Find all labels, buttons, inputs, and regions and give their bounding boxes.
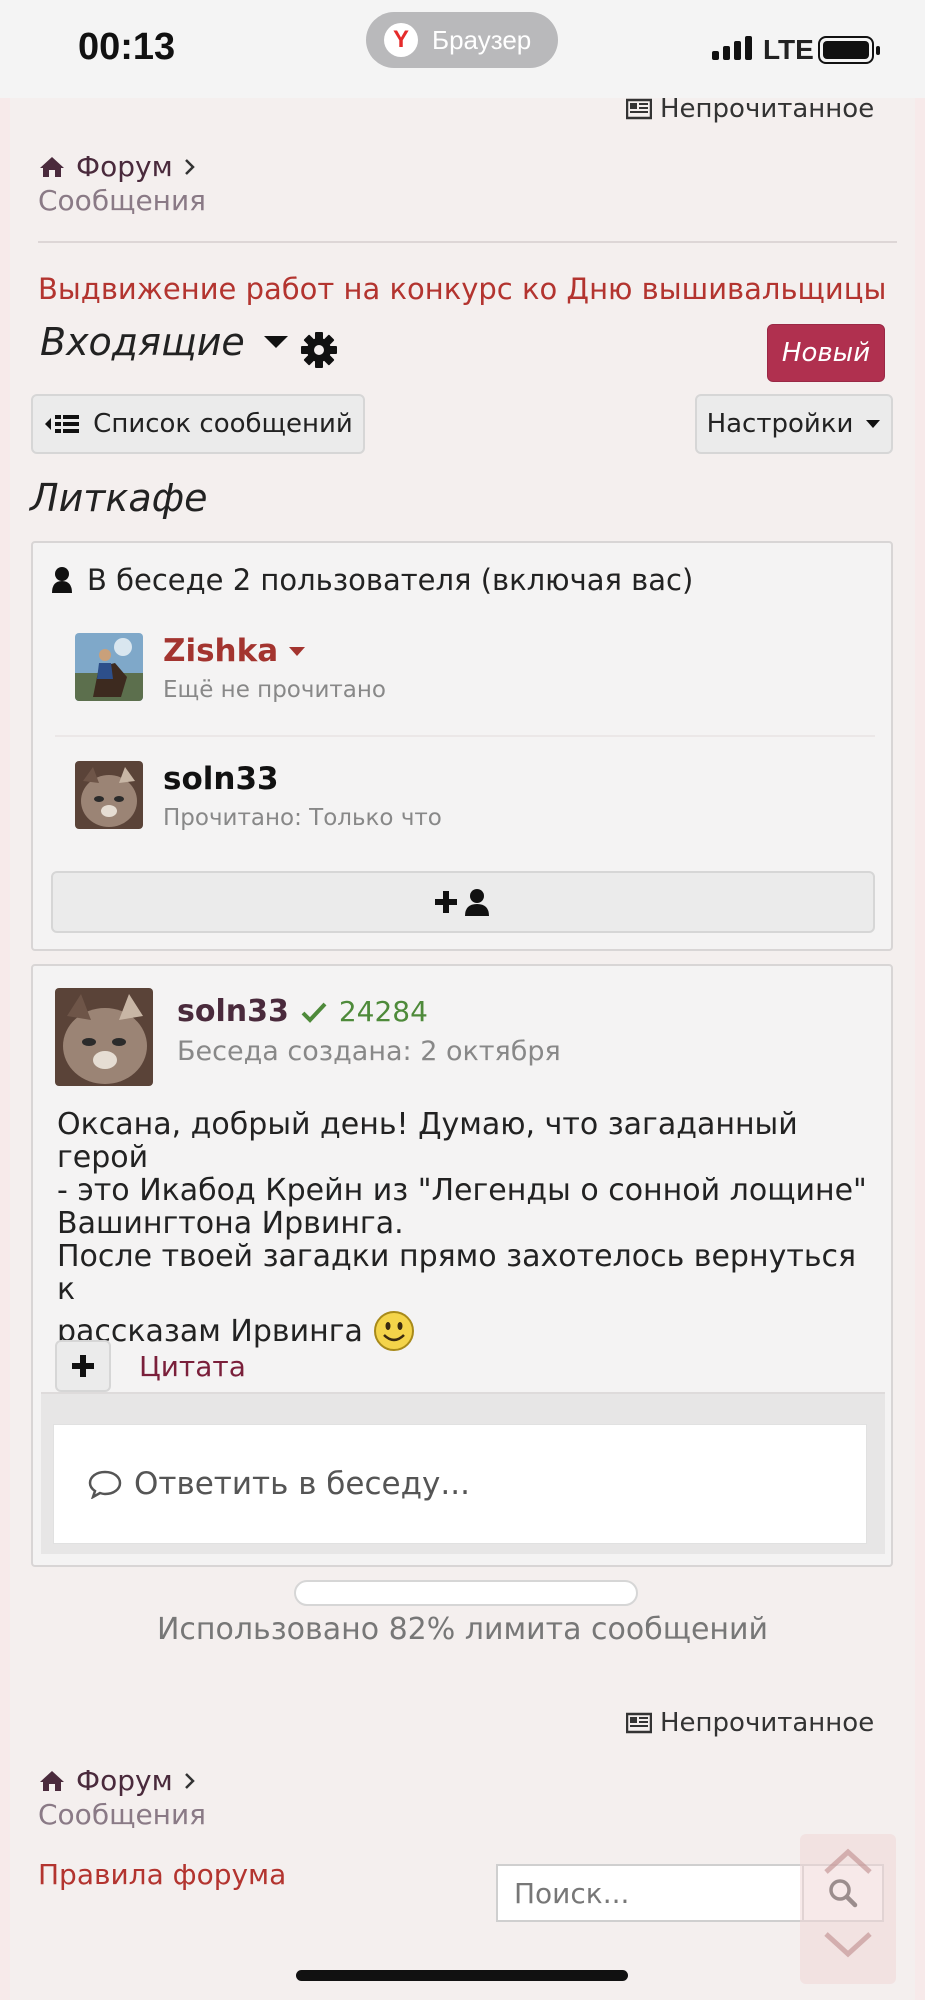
- author-name[interactable]: soln33: [177, 994, 289, 1029]
- unread-label: Непрочитанное: [660, 1708, 875, 1738]
- status-time: 00:13: [78, 26, 176, 68]
- breadcrumb-forum[interactable]: Форум: [38, 150, 197, 183]
- gear-icon[interactable]: [300, 331, 338, 369]
- battery-icon: [818, 36, 880, 64]
- message-list-button[interactable]: Список сообщений: [31, 394, 365, 454]
- message-body: Оксана, добрый день! Думаю, что загаданн…: [57, 1108, 877, 1352]
- quota-label: Использовано 82% лимита сообщений: [156, 1612, 769, 1647]
- participant-name-label: Zishka: [163, 633, 279, 669]
- chevron-right-icon: [183, 157, 197, 177]
- participants-header: В беседе 2 пользователя (включая вас): [51, 563, 693, 597]
- author-score: 24284: [338, 995, 428, 1028]
- comment-icon: [88, 1469, 122, 1499]
- breadcrumb-messages[interactable]: Сообщения: [38, 1798, 206, 1831]
- participant-name[interactable]: Zishka: [163, 633, 306, 669]
- participant-status: Ещё не прочитано: [163, 677, 387, 703]
- participant-row: Zishka Ещё не прочитано: [55, 625, 875, 737]
- network-type: LTE: [763, 34, 814, 65]
- browser-label: Браузер: [432, 24, 532, 55]
- message-line: Вашингтона Ирвинга.: [57, 1206, 404, 1241]
- yandex-logo-icon: Y: [384, 23, 418, 57]
- check-icon: [301, 1001, 327, 1023]
- caret-down-icon: [865, 419, 881, 429]
- forum-rules-link[interactable]: Правила форума: [38, 1858, 286, 1891]
- author-line: soln33 24284: [177, 994, 428, 1029]
- message-panel: soln33 24284 Беседа создана: 2 октября О…: [31, 964, 893, 1567]
- unread-label: Непрочитанное: [660, 94, 875, 124]
- author-avatar[interactable]: [55, 988, 153, 1086]
- invite-participant-button[interactable]: [51, 871, 875, 933]
- smiley-icon: [373, 1310, 415, 1352]
- new-conversation-button[interactable]: Новый: [767, 324, 885, 382]
- message-last-line: рассказам Ирвинга: [57, 1310, 877, 1352]
- signal-icon: [712, 36, 752, 60]
- participant-status: Прочитано: Только что: [163, 805, 442, 831]
- chevron-right-icon: [183, 1771, 197, 1791]
- section-title: Литкафе: [30, 476, 208, 520]
- participant-name[interactable]: soln33: [163, 761, 279, 797]
- unread-link[interactable]: Непрочитанное: [626, 1708, 874, 1738]
- home-icon: [38, 1769, 66, 1793]
- reply-input[interactable]: Ответить в беседу...: [53, 1424, 867, 1544]
- quota-bar: [294, 1580, 638, 1606]
- reply-placeholder: Ответить в беседу...: [134, 1466, 470, 1502]
- message-line: После твоей загадки прямо захотелось вер…: [57, 1239, 857, 1307]
- avatar[interactable]: [75, 633, 143, 701]
- settings-button[interactable]: Настройки: [695, 394, 893, 454]
- list-icon: [43, 412, 81, 436]
- breadcrumb-messages[interactable]: Сообщения: [38, 184, 206, 217]
- newspaper-icon: [626, 98, 652, 120]
- chevron-down-icon[interactable]: [822, 1930, 874, 1960]
- message-line: - это Икабод Крейн из "Легенды о сонной …: [57, 1173, 867, 1208]
- participant-row: soln33 Прочитано: Только что: [55, 753, 875, 853]
- participants-panel: В беседе 2 пользователя (включая вас) Zi…: [31, 541, 893, 951]
- add-user-icon: [433, 887, 493, 917]
- quote-link[interactable]: Цитата: [139, 1350, 246, 1383]
- unread-link[interactable]: Непрочитанное: [626, 94, 874, 124]
- caret-down-icon: [263, 334, 289, 350]
- divider: [38, 241, 897, 243]
- user-icon: [51, 566, 73, 594]
- conversation-title: Выдвижение работ на конкурс ко Дню вышив…: [38, 272, 887, 306]
- browser-pill[interactable]: Y Браузер: [366, 12, 558, 68]
- settings-label: Настройки: [706, 409, 854, 439]
- reply-area: Ответить в беседу...: [41, 1394, 885, 1554]
- chevron-up-icon[interactable]: [822, 1846, 874, 1876]
- breadcrumb-forum-label: Форум: [76, 1764, 173, 1797]
- status-bar: 00:13 Y Браузер LTE: [0, 0, 925, 98]
- home-icon: [38, 155, 66, 179]
- message-line: Оксана, добрый день! Думаю, что загаданн…: [57, 1107, 798, 1175]
- caret-down-icon: [288, 645, 306, 657]
- avatar[interactable]: [75, 761, 143, 829]
- participants-header-label: В беседе 2 пользователя (включая вас): [87, 563, 694, 597]
- conversation-created: Беседа создана: 2 октября: [177, 1036, 561, 1067]
- home-indicator: [296, 1970, 628, 1981]
- search-input[interactable]: Поиск...: [496, 1864, 804, 1922]
- message-list-label: Список сообщений: [93, 409, 353, 439]
- newspaper-icon: [626, 1712, 652, 1734]
- page: Непрочитанное Форум Сообщения Выдвижение…: [0, 94, 925, 2000]
- breadcrumb-forum[interactable]: Форум: [38, 1764, 197, 1797]
- multiquote-button[interactable]: [55, 1340, 111, 1392]
- breadcrumb-forum-label: Форум: [76, 150, 173, 183]
- folder-label: Входящие: [40, 320, 245, 364]
- scroll-controls: [800, 1834, 896, 1984]
- plus-icon: [72, 1355, 94, 1377]
- folder-selector[interactable]: Входящие: [40, 320, 289, 364]
